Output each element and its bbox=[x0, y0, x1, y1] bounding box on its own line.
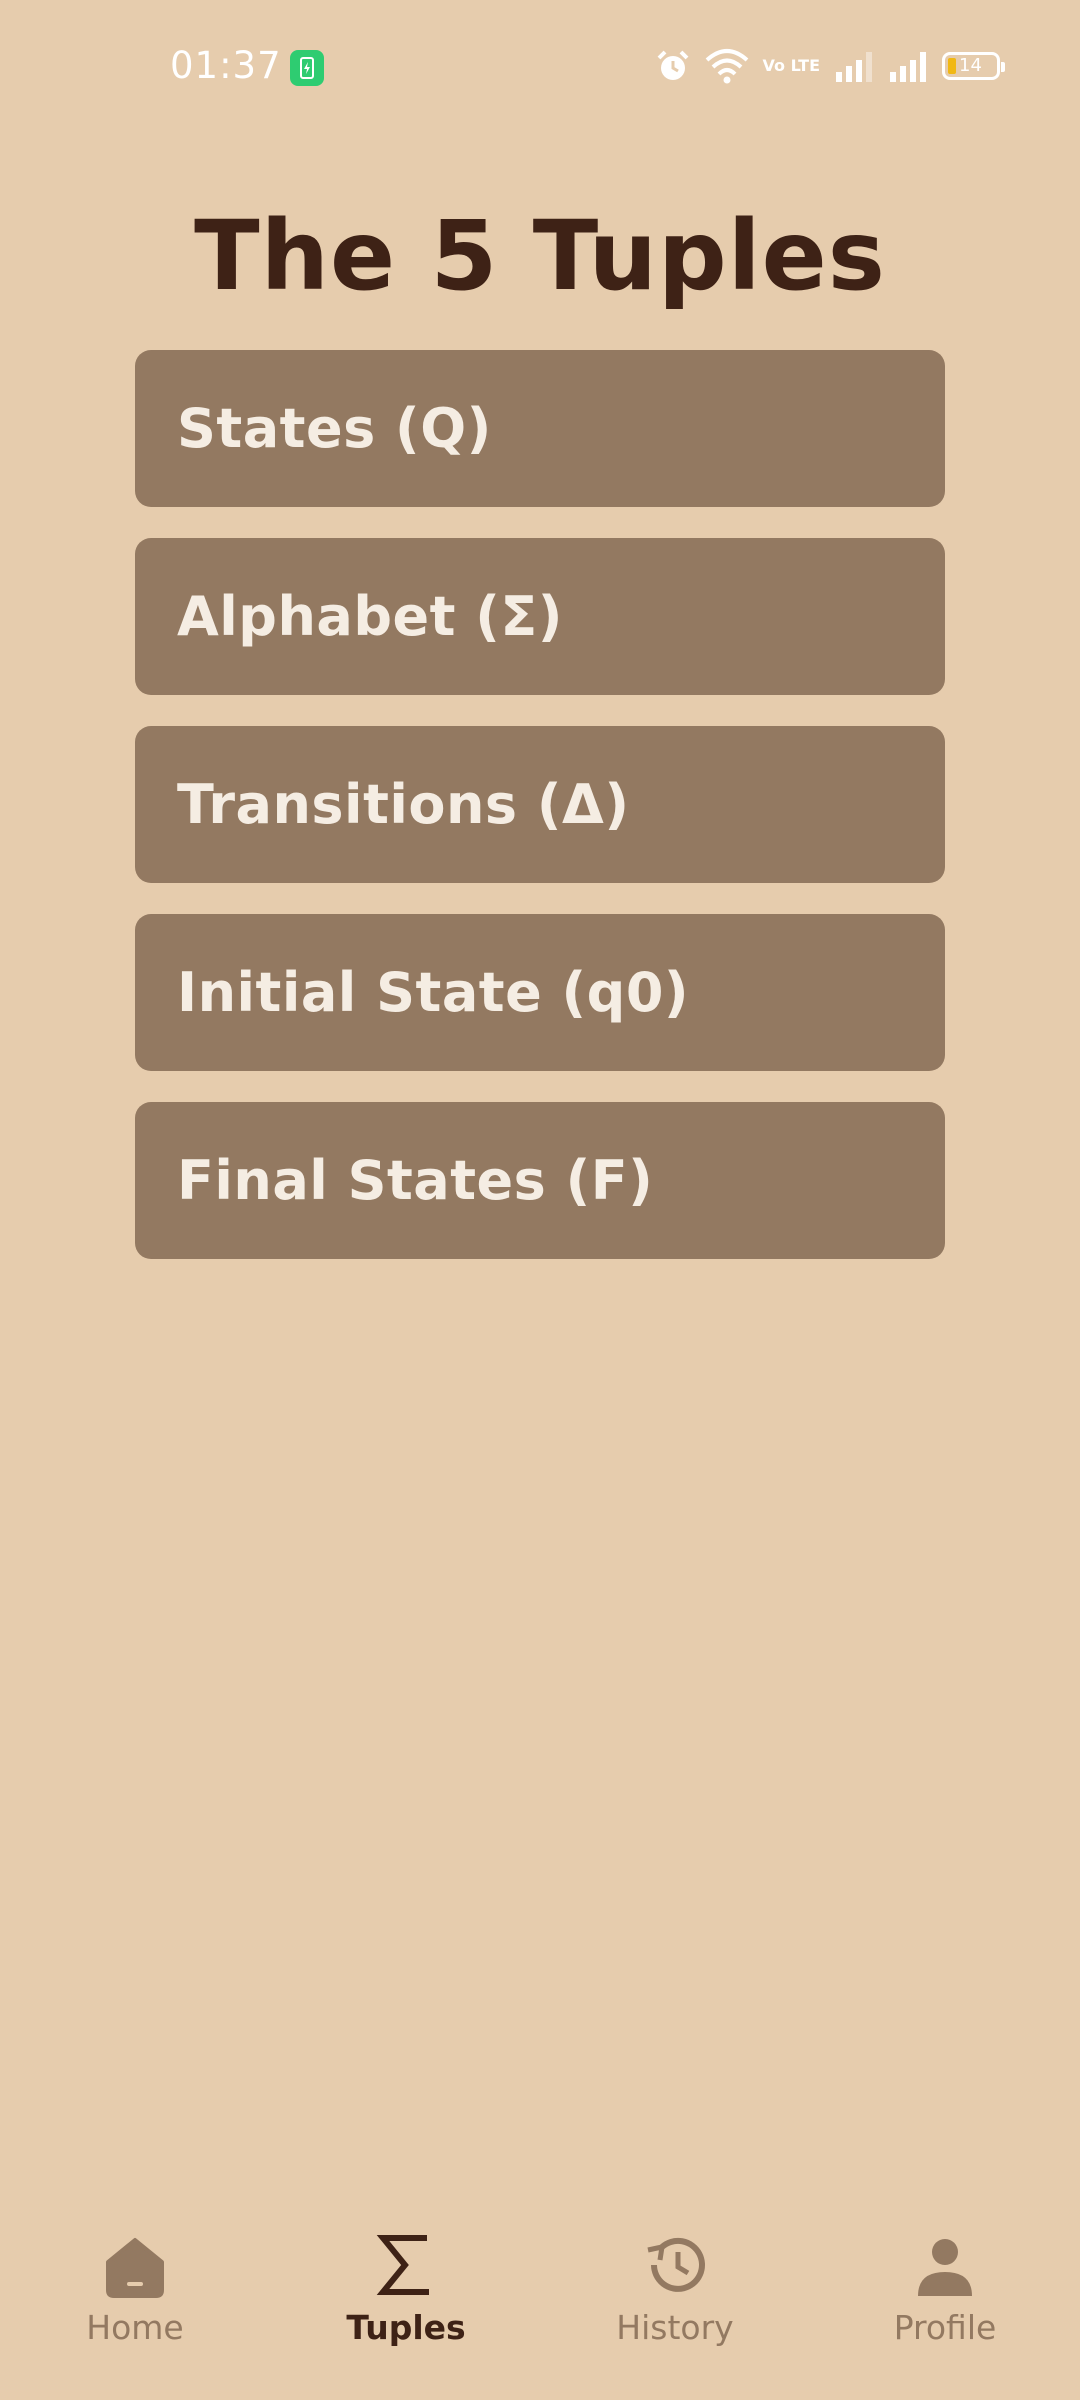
page-title: The 5 Tuples bbox=[194, 200, 886, 312]
tuple-card-label: Alphabet (Σ) bbox=[177, 585, 563, 648]
tuple-card-states[interactable]: States (Q) bbox=[135, 350, 945, 507]
signal-1-icon bbox=[836, 52, 872, 82]
alarm-icon bbox=[657, 50, 688, 80]
nav-label-profile: Profile bbox=[893, 2308, 997, 2347]
volte-indicator: Vo LTE bbox=[762, 56, 820, 75]
tuple-card-transitions[interactable]: Transitions (Δ) bbox=[135, 726, 945, 883]
home-icon bbox=[106, 2238, 164, 2298]
tuple-card-alphabet[interactable]: Alphabet (Σ) bbox=[135, 538, 945, 695]
tuple-list: States (Q) Alphabet (Σ) Transitions (Δ) … bbox=[135, 350, 945, 1290]
nav-item-home[interactable]: Home bbox=[25, 2230, 245, 2347]
status-time: 01:37 bbox=[170, 44, 282, 87]
nav-label-history: History bbox=[616, 2308, 734, 2347]
wifi-icon bbox=[705, 49, 748, 84]
tuple-card-label: States (Q) bbox=[177, 397, 492, 460]
nav-item-tuples[interactable]: Tuples bbox=[296, 2230, 516, 2347]
battery-icon: 14 bbox=[942, 52, 1005, 80]
status-icons: Vo LTE 14 bbox=[655, 48, 1005, 84]
tuple-card-label: Transitions (Δ) bbox=[177, 773, 630, 836]
history-icon bbox=[647, 2237, 705, 2292]
bottom-nav: Home Tuples History Profile bbox=[0, 2230, 1080, 2400]
nav-label-home: Home bbox=[86, 2308, 184, 2347]
battery-saver-icon bbox=[290, 50, 324, 86]
sigma-icon bbox=[376, 2235, 429, 2295]
tuple-card-initial-state[interactable]: Initial State (q0) bbox=[135, 914, 945, 1071]
person-icon bbox=[918, 2239, 972, 2296]
tuple-card-label: Final States (F) bbox=[177, 1149, 654, 1212]
signal-2-icon bbox=[890, 52, 926, 82]
battery-percent: 14 bbox=[959, 55, 982, 76]
nav-item-profile[interactable]: Profile bbox=[835, 2230, 1055, 2347]
tuple-card-label: Initial State (q0) bbox=[177, 961, 690, 1024]
tuple-card-final-states[interactable]: Final States (F) bbox=[135, 1102, 945, 1259]
nav-label-tuples: Tuples bbox=[346, 2308, 466, 2347]
status-bar: 01:37 Vo LTE 14 bbox=[0, 0, 1080, 140]
nav-item-history[interactable]: History bbox=[565, 2230, 785, 2347]
